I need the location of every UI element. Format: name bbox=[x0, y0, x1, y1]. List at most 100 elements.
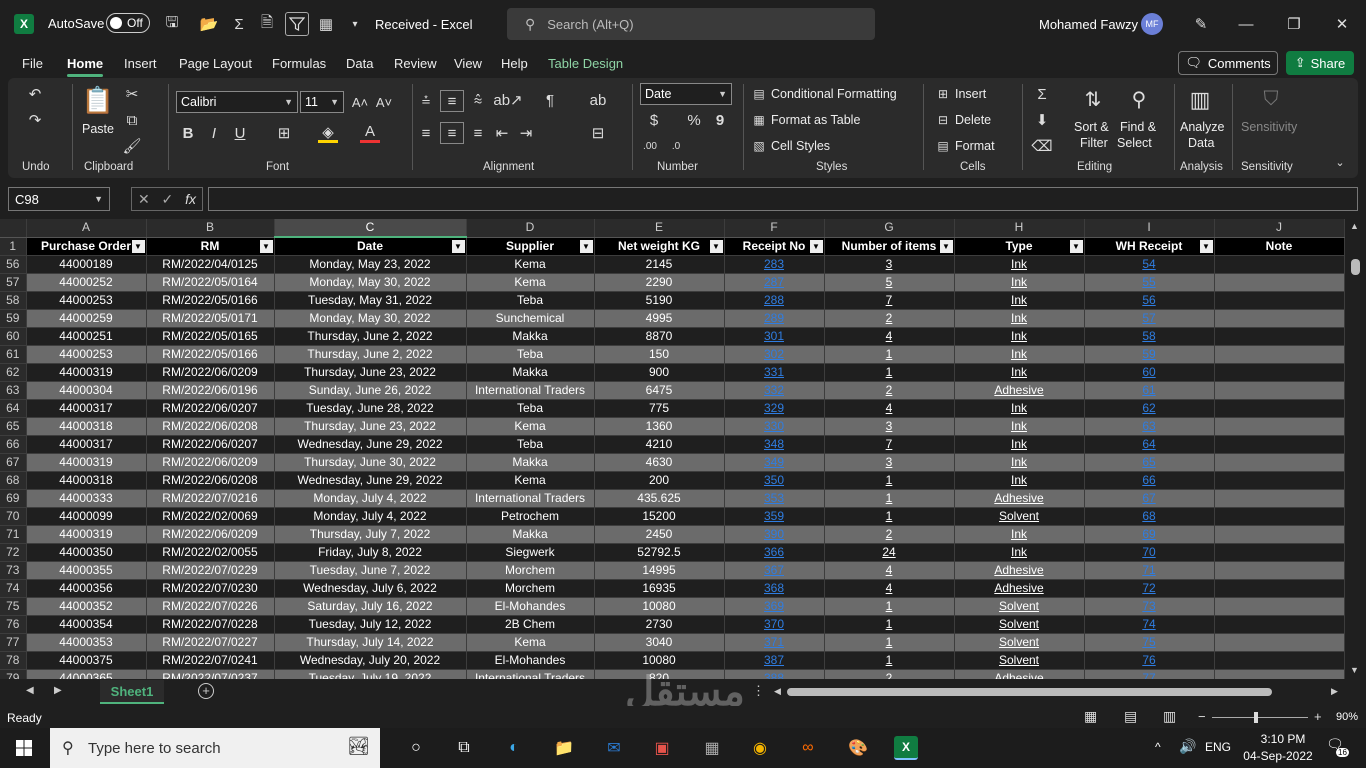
cell-type[interactable]: Ink bbox=[954, 417, 1085, 436]
cell-date[interactable]: Wednesday, June 29, 2022 bbox=[274, 435, 467, 454]
sum-icon[interactable]: Σ bbox=[227, 12, 251, 36]
cell-supplier[interactable]: Teba bbox=[466, 291, 595, 310]
cell-po[interactable]: 44000259 bbox=[26, 309, 147, 328]
cell-weight[interactable]: 4995 bbox=[594, 309, 725, 328]
table-header-cell[interactable]: Number of items ▼ bbox=[824, 237, 955, 256]
cell-receipt[interactable]: 332 bbox=[724, 381, 825, 400]
cell-receipt[interactable]: 369 bbox=[724, 597, 825, 616]
cell-date[interactable]: Wednesday, July 20, 2022 bbox=[274, 651, 467, 670]
cell-supplier[interactable]: Kema bbox=[466, 273, 595, 292]
row-header[interactable]: 69 bbox=[0, 489, 27, 508]
cell-type[interactable]: Ink bbox=[954, 345, 1085, 364]
cell-supplier[interactable]: El-Mohandes bbox=[466, 651, 595, 670]
restore-icon[interactable]: ❐ bbox=[1283, 13, 1305, 35]
decrease-indent-icon[interactable]: ⇤ bbox=[492, 122, 512, 144]
format-cells-button[interactable]: Format bbox=[955, 139, 995, 153]
cell-rm[interactable]: RM/2022/07/0228 bbox=[146, 615, 275, 634]
copy-icon[interactable]: ⧉ bbox=[122, 110, 142, 130]
table-header-cell[interactable]: Net weight KG ▼ bbox=[594, 237, 725, 256]
percent-icon[interactable]: % bbox=[684, 110, 704, 130]
vertical-scrollbar[interactable]: ▲ ▼ bbox=[1346, 219, 1366, 679]
cell-note[interactable] bbox=[1214, 435, 1345, 454]
column-header-c[interactable]: C bbox=[274, 219, 467, 238]
cell-receipt[interactable]: 370 bbox=[724, 615, 825, 634]
font-color-icon[interactable]: A bbox=[360, 123, 380, 143]
cell-type[interactable]: Solvent bbox=[954, 651, 1085, 670]
find-select-icon[interactable]: ⚲ bbox=[1124, 84, 1154, 114]
cell-wh[interactable]: 55 bbox=[1084, 273, 1215, 292]
cell-weight[interactable]: 15200 bbox=[594, 507, 725, 526]
cell-rm[interactable]: RM/2022/05/0164 bbox=[146, 273, 275, 292]
cell-items[interactable]: 4 bbox=[824, 327, 955, 346]
cell-note[interactable] bbox=[1214, 579, 1345, 598]
cell-rm[interactable]: RM/2022/05/0166 bbox=[146, 345, 275, 364]
filter-dropdown-icon[interactable]: ▼ bbox=[579, 239, 593, 253]
cell-items[interactable]: 5 bbox=[824, 273, 955, 292]
tab-help[interactable]: Help bbox=[501, 56, 528, 71]
cell-items[interactable]: 1 bbox=[824, 489, 955, 508]
italic-icon[interactable]: I bbox=[204, 123, 224, 143]
comments-button[interactable]: 🗨 Comments bbox=[1178, 51, 1278, 75]
tab-page-layout[interactable]: Page Layout bbox=[179, 56, 252, 71]
zoom-slider[interactable] bbox=[1212, 717, 1308, 718]
filter-dropdown-icon[interactable]: ▼ bbox=[259, 239, 273, 253]
cell-date[interactable]: Tuesday, July 12, 2022 bbox=[274, 615, 467, 634]
cell-weight[interactable]: 4210 bbox=[594, 435, 725, 454]
cell-po[interactable]: 44000356 bbox=[26, 579, 147, 598]
row-header[interactable]: 60 bbox=[0, 327, 27, 346]
cell-wh[interactable]: 60 bbox=[1084, 363, 1215, 382]
scroll-up-icon[interactable]: ▲ bbox=[1350, 221, 1359, 231]
clear-icon[interactable]: ⌫ bbox=[1031, 136, 1052, 156]
cell-weight[interactable]: 2290 bbox=[594, 273, 725, 292]
cell-date[interactable]: Saturday, July 16, 2022 bbox=[274, 597, 467, 616]
cell-date[interactable]: Thursday, June 2, 2022 bbox=[274, 327, 467, 346]
calculator-app-icon[interactable]: ▦ bbox=[700, 736, 724, 760]
column-header-e[interactable]: E bbox=[594, 219, 725, 238]
formula-input[interactable] bbox=[208, 187, 1358, 211]
row-header[interactable]: 70 bbox=[0, 507, 27, 526]
filter-dropdown-icon[interactable]: ▼ bbox=[1199, 239, 1213, 253]
row-header[interactable]: 57 bbox=[0, 273, 27, 292]
format-cells-icon[interactable]: ▤ bbox=[934, 137, 952, 155]
cell-wh[interactable]: 67 bbox=[1084, 489, 1215, 508]
cell-rm[interactable]: RM/2022/04/0125 bbox=[146, 255, 275, 274]
cell-date[interactable]: Monday, May 30, 2022 bbox=[274, 273, 467, 292]
cell-date[interactable]: Thursday, July 14, 2022 bbox=[274, 633, 467, 652]
edge-icon[interactable]: ◐ bbox=[502, 736, 526, 760]
cell-type[interactable]: Ink bbox=[954, 309, 1085, 328]
tab-home[interactable]: Home bbox=[67, 56, 104, 77]
increase-decimal-icon[interactable]: .00 bbox=[638, 136, 662, 156]
column-header-j[interactable]: J bbox=[1214, 219, 1345, 238]
sort-filter-icon[interactable]: ⇅ bbox=[1078, 84, 1108, 114]
cell-note[interactable] bbox=[1214, 399, 1345, 418]
cell-styles-icon[interactable]: ▧ bbox=[750, 137, 768, 155]
close-icon[interactable]: ✕ bbox=[1331, 13, 1353, 35]
windows-start-icon[interactable] bbox=[12, 736, 36, 760]
column-header-b[interactable]: B bbox=[146, 219, 275, 238]
cell-type[interactable]: Solvent bbox=[954, 507, 1085, 526]
cell-wh[interactable]: 72 bbox=[1084, 579, 1215, 598]
cell-supplier[interactable]: Morchem bbox=[466, 561, 595, 580]
tab-formulas[interactable]: Formulas bbox=[272, 56, 326, 71]
table-header-cell[interactable]: Date ▼ bbox=[274, 237, 467, 256]
insert-cells-button[interactable]: Insert bbox=[955, 87, 986, 101]
more-options-icon[interactable]: ⋮ bbox=[752, 683, 765, 699]
insert-cells-icon[interactable]: ⊞ bbox=[934, 85, 952, 103]
align-left-icon[interactable]: ≡ bbox=[416, 122, 436, 144]
cell-receipt[interactable]: 387 bbox=[724, 651, 825, 670]
cell-note[interactable] bbox=[1214, 543, 1345, 562]
cell-note[interactable] bbox=[1214, 489, 1345, 508]
cell-weight[interactable]: 820 bbox=[594, 669, 725, 679]
cell-note[interactable] bbox=[1214, 345, 1345, 364]
sheet-tab-sheet1[interactable]: Sheet1 bbox=[100, 680, 164, 704]
cell-items[interactable]: 7 bbox=[824, 435, 955, 454]
column-header-a[interactable]: A bbox=[26, 219, 147, 238]
cell-type[interactable]: Adhesive bbox=[954, 579, 1085, 598]
conditional-formatting-icon[interactable]: ▤ bbox=[750, 85, 768, 103]
cell-receipt[interactable]: 287 bbox=[724, 273, 825, 292]
cell-type[interactable]: Ink bbox=[954, 399, 1085, 418]
cell-type[interactable]: Solvent bbox=[954, 633, 1085, 652]
cell-items[interactable]: 3 bbox=[824, 453, 955, 472]
tab-insert[interactable]: Insert bbox=[124, 56, 157, 71]
cell-weight[interactable]: 2145 bbox=[594, 255, 725, 274]
